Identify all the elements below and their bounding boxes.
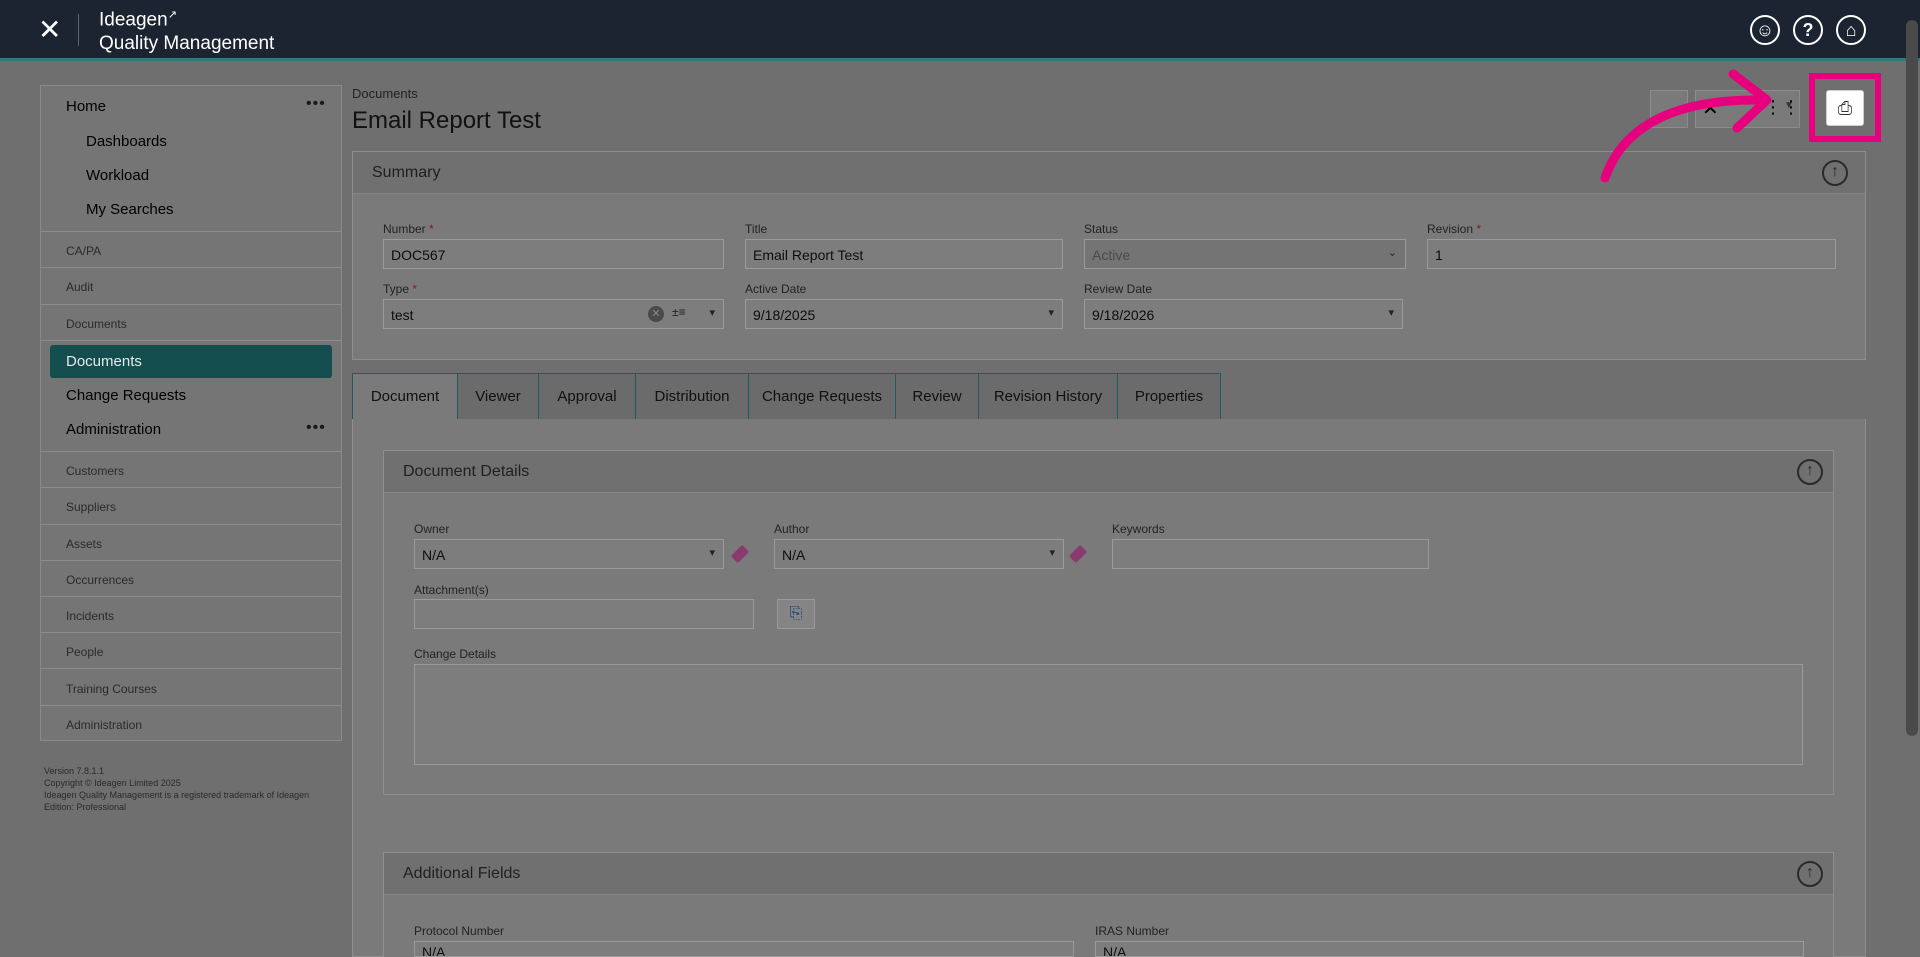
owner-select[interactable]: N/A ▾ (414, 539, 724, 569)
review-date-field[interactable]: 9/18/2026 ▾ (1084, 299, 1403, 329)
summary-heading: Summary (372, 164, 441, 181)
chevron-down-icon: ⌄ (1387, 247, 1397, 259)
additional-fields-heading: Additional Fields (403, 865, 521, 882)
annotation-arrow (1600, 69, 1772, 183)
sidebar-section-assets[interactable]: Assets (66, 537, 366, 551)
sidebar-section-training-courses[interactable]: Training Courses (66, 682, 366, 696)
collapse-icon[interactable]: ↑ (1822, 160, 1848, 186)
number-label: Number * (383, 222, 434, 236)
active-date-label: Active Date (745, 282, 807, 296)
chevron-down-icon[interactable]: ▾ (1048, 306, 1054, 319)
tab-revision-history[interactable]: Revision History (978, 373, 1118, 420)
protocol-number-select[interactable]: N/A (414, 941, 1074, 957)
version-info: Version 7.8.1.1 Copyright © Ideagen Limi… (44, 766, 310, 812)
owner-label: Owner (414, 522, 450, 536)
number-field[interactable]: DOC567 (383, 239, 724, 269)
chevron-down-icon[interactable]: ▾ (709, 546, 715, 559)
sidebar-section-administration[interactable]: Administration (66, 718, 366, 732)
breadcrumb[interactable]: Documents (352, 86, 418, 101)
home-icon[interactable]: ⌂ (1836, 15, 1866, 45)
list-icon[interactable]: ±≡ (672, 305, 686, 319)
chevron-down-icon[interactable]: ▾ (1049, 546, 1055, 559)
attachments-field[interactable] (414, 599, 754, 629)
sidebar-section-customers[interactable]: Customers (66, 464, 366, 478)
print-icon[interactable]: ⎙ (1826, 90, 1864, 126)
sidebar-item-workload[interactable]: Workload (86, 167, 386, 184)
brand-product-name: Quality Management (99, 33, 275, 54)
user-circle-icon[interactable]: ☺ (1750, 15, 1780, 45)
chevron-down-icon[interactable]: ▾ (1388, 306, 1394, 319)
sidebar-item-change-requests[interactable]: Change Requests (66, 387, 366, 404)
clear-icon[interactable]: ✕ (648, 306, 664, 322)
iras-number-label: IRAS Number (1095, 924, 1170, 938)
tab-review[interactable]: Review (895, 373, 979, 420)
close-icon[interactable]: ✕ (38, 12, 61, 48)
sidebar-item-my-searches[interactable]: My Searches (86, 201, 386, 218)
administration-more-icon[interactable]: ••• (306, 419, 326, 437)
page-title: Email Report Test (352, 107, 541, 134)
type-select[interactable]: test ✕ ±≡ ▾ (383, 299, 724, 329)
keywords-label: Keywords (1112, 522, 1165, 536)
sidebar-section-documents[interactable]: Documents (66, 317, 366, 331)
change-details-label: Change Details (414, 647, 497, 661)
sidebar-section-capa[interactable]: CA/PA (66, 244, 366, 258)
revision-field[interactable]: 1 (1427, 239, 1836, 269)
author-label: Author (774, 522, 810, 536)
type-label: Type * (383, 282, 418, 296)
sidebar-section-occurrences[interactable]: Occurrences (66, 573, 366, 587)
sidebar-section-incidents[interactable]: Incidents (66, 609, 366, 623)
status-label: Status (1084, 222, 1119, 236)
page-scrollbar[interactable] (1906, 20, 1918, 736)
title-field[interactable]: Email Report Test (745, 239, 1063, 269)
brand-logo: Ideagen↗ (99, 9, 177, 31)
tab-viewer[interactable]: Viewer (457, 373, 539, 420)
review-date-label: Review Date (1084, 282, 1153, 296)
tab-distribution[interactable]: Distribution (635, 373, 749, 420)
tab-approval[interactable]: Approval (538, 373, 636, 420)
attach-file-icon[interactable]: ⎘ (777, 599, 815, 629)
attachments-label: Attachment(s) (414, 583, 489, 597)
revision-label: Revision * (1427, 222, 1482, 236)
keywords-field[interactable] (1112, 539, 1429, 569)
active-date-field[interactable]: 9/18/2025 ▾ (745, 299, 1063, 329)
help-icon[interactable]: ? (1793, 15, 1823, 45)
chevron-down-icon[interactable]: ▾ (709, 306, 715, 319)
status-select: Active ⌄ (1084, 239, 1406, 269)
sidebar-item-documents[interactable]: Documents (50, 345, 332, 378)
sidebar-item-dashboards[interactable]: Dashboards (86, 133, 386, 150)
sidebar-section-suppliers[interactable]: Suppliers (66, 500, 366, 514)
top-bar: ✕ Ideagen↗ Quality Management ☺ ? ⌂ (0, 0, 1920, 61)
document-details-heading: Document Details (403, 463, 530, 480)
protocol-number-label: Protocol Number (414, 924, 505, 938)
sidebar-section-people[interactable]: People (66, 645, 366, 659)
tab-change-requests[interactable]: Change Requests (748, 373, 896, 420)
author-select[interactable]: N/A ▾ (774, 539, 1064, 569)
divider (78, 14, 79, 46)
tab-properties[interactable]: Properties (1117, 373, 1221, 420)
home-more-icon[interactable]: ••• (306, 95, 326, 113)
tab-document[interactable]: Document (352, 373, 458, 420)
title-label: Title (745, 222, 768, 236)
sidebar: Home ••• Dashboards Workload My Searches… (40, 85, 342, 741)
collapse-icon[interactable]: ↑ (1797, 459, 1823, 485)
iras-number-select[interactable]: N/A (1095, 941, 1804, 957)
sidebar-section-audit[interactable]: Audit (66, 280, 366, 294)
change-details-textarea[interactable] (414, 664, 1803, 765)
collapse-icon[interactable]: ↑ (1797, 861, 1823, 887)
